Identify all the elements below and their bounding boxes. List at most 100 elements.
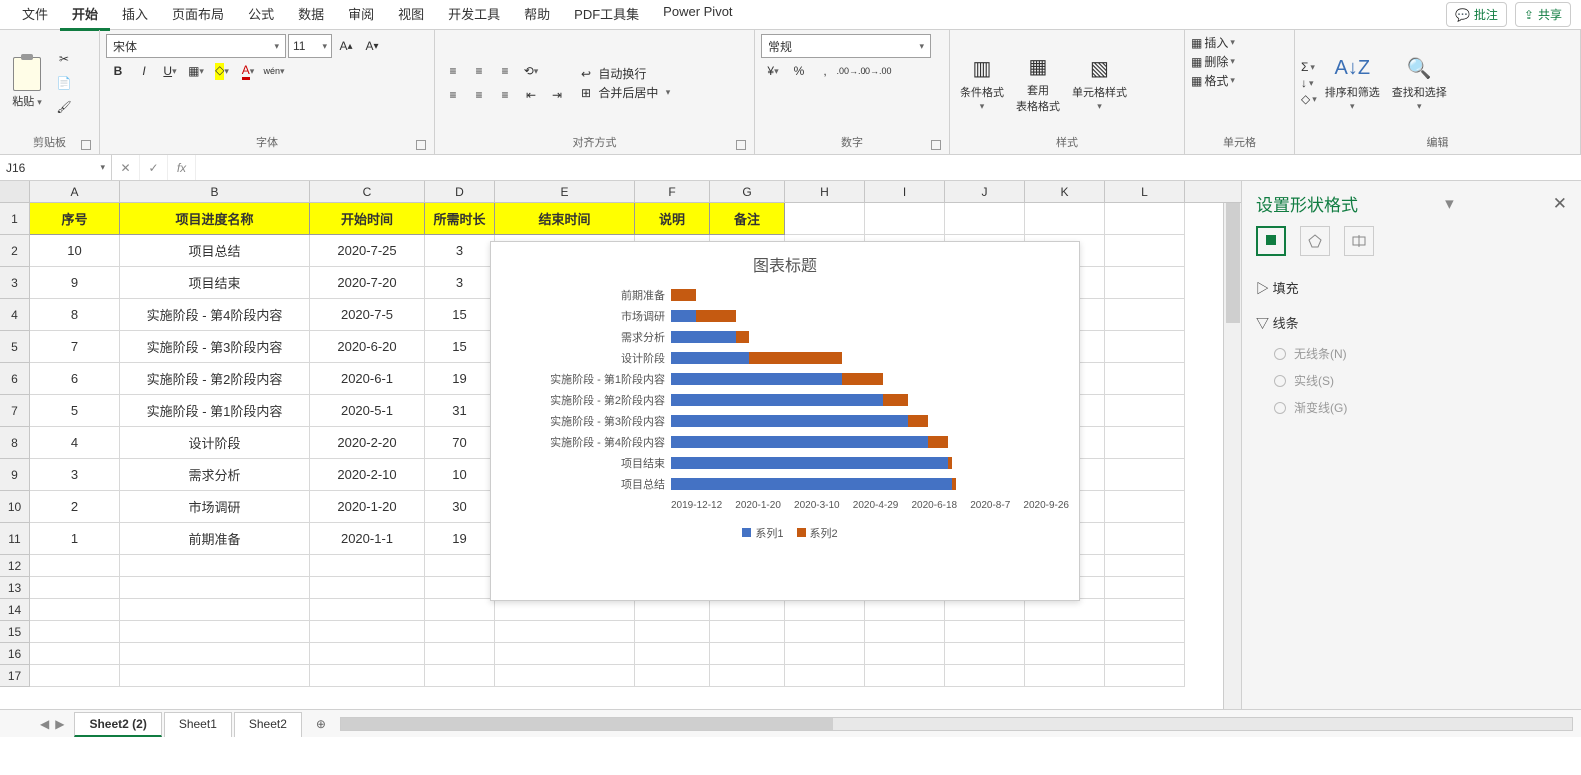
font-size-select[interactable]: 11▾ [288, 34, 332, 58]
cell[interactable] [30, 577, 120, 599]
cell[interactable] [1105, 523, 1185, 555]
cell[interactable]: 8 [30, 299, 120, 331]
cell[interactable] [495, 599, 635, 621]
chart-bar-series1[interactable] [671, 478, 952, 490]
clear-button[interactable]: ◇ ▾ [1301, 92, 1317, 106]
pane-close-button[interactable]: ✕ [1553, 194, 1567, 214]
underline-button[interactable]: U▾ [158, 60, 182, 82]
cell[interactable] [425, 599, 495, 621]
cell[interactable] [1105, 643, 1185, 665]
cell[interactable]: 10 [425, 459, 495, 491]
chart-bar-series1[interactable] [671, 457, 948, 469]
cell-styles-button[interactable]: ▧单元格样式▾ [1068, 48, 1131, 118]
cell[interactable] [310, 621, 425, 643]
cell[interactable] [1105, 621, 1185, 643]
cell[interactable] [785, 599, 865, 621]
cell[interactable]: 2020-7-20 [310, 267, 425, 299]
gradient-line-radio[interactable]: 渐变线(G) [1256, 394, 1567, 421]
chart-bar-series2[interactable] [928, 436, 948, 448]
cell[interactable] [120, 599, 310, 621]
chart-bar-series1[interactable] [671, 373, 842, 385]
chart-bar-series1[interactable] [671, 394, 883, 406]
delete-cells-button[interactable]: ▦ 删除 ▾ [1191, 53, 1235, 70]
column-header-K[interactable]: K [1025, 181, 1105, 202]
menu-审阅[interactable]: 审阅 [336, 0, 386, 31]
insert-cells-button[interactable]: ▦ 插入 ▾ [1191, 34, 1235, 51]
cell[interactable]: 6 [30, 363, 120, 395]
cell[interactable] [425, 665, 495, 687]
cell[interactable] [865, 665, 945, 687]
vertical-scrollbar[interactable] [1223, 203, 1241, 709]
dec-decimal-button[interactable]: .0→.00 [865, 60, 889, 82]
cell[interactable] [1105, 235, 1185, 267]
cell[interactable] [425, 643, 495, 665]
indent-dec-button[interactable]: ⇤ [519, 84, 543, 106]
cell[interactable]: 1 [30, 523, 120, 555]
no-line-radio[interactable]: 无线条(N) [1256, 340, 1567, 367]
new-sheet-button[interactable]: ⊕ [310, 717, 332, 731]
cell[interactable] [310, 577, 425, 599]
menu-页面布局[interactable]: 页面布局 [160, 0, 236, 31]
cell[interactable]: 15 [425, 299, 495, 331]
font-name-select[interactable]: 宋体▾ [106, 34, 286, 58]
orientation-button[interactable]: ⟲▾ [519, 60, 543, 82]
fx-button[interactable]: fx [168, 155, 196, 180]
cell[interactable]: 实施阶段 - 第4阶段内容 [120, 299, 310, 331]
cell[interactable]: 备注 [710, 203, 785, 235]
cell[interactable] [1025, 599, 1105, 621]
row-header[interactable]: 17 [0, 665, 30, 687]
chart-bar-series2[interactable] [883, 394, 908, 406]
cell[interactable] [1105, 299, 1185, 331]
column-header-A[interactable]: A [30, 181, 120, 202]
cell[interactable] [785, 643, 865, 665]
cell[interactable] [1105, 599, 1185, 621]
cell[interactable]: 说明 [635, 203, 710, 235]
sheet-tab[interactable]: Sheet1 [164, 712, 232, 737]
comments-button[interactable]: 💬 批注 [1446, 2, 1507, 27]
cell[interactable]: 70 [425, 427, 495, 459]
align-launcher[interactable] [736, 140, 746, 150]
row-header[interactable]: 13 [0, 577, 30, 599]
cell[interactable] [785, 621, 865, 643]
cell[interactable]: 5 [30, 395, 120, 427]
cell[interactable]: 30 [425, 491, 495, 523]
cell[interactable] [865, 643, 945, 665]
row-header[interactable]: 8 [0, 427, 30, 459]
cell[interactable] [1105, 427, 1185, 459]
cell[interactable] [1025, 665, 1105, 687]
sheet-tab[interactable]: Sheet2 [234, 712, 302, 737]
conditional-formatting-button[interactable]: ▥条件格式▾ [956, 48, 1008, 118]
cell[interactable] [710, 665, 785, 687]
cell[interactable]: 2020-6-20 [310, 331, 425, 363]
cell[interactable] [710, 599, 785, 621]
find-select-button[interactable]: 🔍查找和选择▾ [1388, 48, 1451, 118]
chart-bar-series2[interactable] [952, 478, 956, 490]
align-right-button[interactable]: ≡ [493, 84, 517, 106]
paste-button[interactable]: 粘贴 ▾ [6, 48, 48, 118]
row-header[interactable]: 4 [0, 299, 30, 331]
cell[interactable] [1105, 665, 1185, 687]
chart-bar-series1[interactable] [671, 310, 696, 322]
cell[interactable] [120, 643, 310, 665]
indent-inc-button[interactable]: ⇥ [545, 84, 569, 106]
cell[interactable] [1105, 203, 1185, 235]
cell[interactable] [865, 621, 945, 643]
cell[interactable] [1025, 621, 1105, 643]
cell[interactable] [1105, 491, 1185, 523]
cell[interactable] [865, 203, 945, 235]
cell[interactable] [120, 621, 310, 643]
cell[interactable] [1105, 331, 1185, 363]
format-as-table-button[interactable]: ▦套用 表格格式 [1012, 48, 1064, 118]
cell[interactable] [310, 599, 425, 621]
cell[interactable]: 需求分析 [120, 459, 310, 491]
row-header[interactable]: 5 [0, 331, 30, 363]
cell[interactable] [30, 643, 120, 665]
column-header-D[interactable]: D [425, 181, 495, 202]
cell[interactable] [1105, 555, 1185, 577]
chart-bar-series2[interactable] [908, 415, 928, 427]
decrease-font-button[interactable]: A▾ [360, 35, 384, 57]
row-header[interactable]: 15 [0, 621, 30, 643]
menu-开始[interactable]: 开始 [60, 0, 110, 31]
number-format-select[interactable]: 常规▾ [761, 34, 931, 58]
row-header[interactable]: 10 [0, 491, 30, 523]
